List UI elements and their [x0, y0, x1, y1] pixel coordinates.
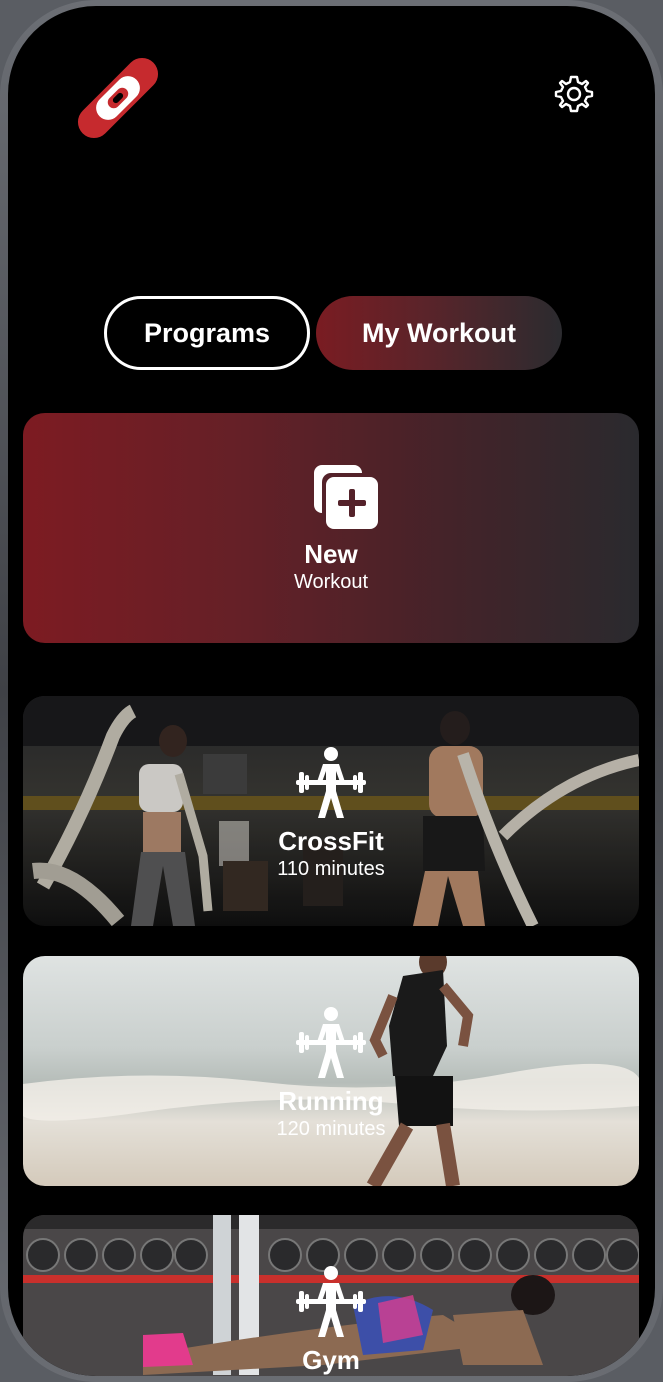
app-screen: Programs My Workout New Workout CrossFit… [8, 6, 655, 1376]
workout-card-running[interactable]: Running 120 minutes [23, 956, 639, 1186]
gym-text: Gym [23, 1345, 639, 1375]
workout-title: Gym [302, 1345, 360, 1375]
crossfit-text: CrossFit 110 minutes [23, 826, 639, 882]
workout-duration: 110 minutes [277, 858, 385, 880]
workout-title: Running [278, 1086, 384, 1116]
gear-icon[interactable] [554, 74, 594, 114]
tab-programs-label: Programs [143, 317, 271, 348]
tab-my-workout-label: My Workout [362, 317, 516, 348]
workout-card-crossfit[interactable]: CrossFit 110 minutes [23, 696, 639, 926]
running-text: Running 120 minutes [23, 1086, 639, 1142]
new-workout-text: New Workout [23, 539, 639, 595]
new-workout-card[interactable]: New Workout [23, 413, 639, 643]
workout-card-gym[interactable]: Gym [23, 1215, 639, 1376]
device-frame: Programs My Workout New Workout CrossFit… [0, 0, 663, 1382]
new-workout-subtitle: Workout [293, 571, 369, 593]
add-stack-icon [314, 465, 378, 529]
new-workout-title: New [304, 539, 358, 569]
tab-programs[interactable]: Programs [104, 296, 310, 370]
workout-title: CrossFit [278, 826, 384, 856]
weightlifter-icon [296, 1266, 366, 1337]
weightlifter-icon [296, 1007, 366, 1078]
brand-logo-icon [77, 57, 159, 139]
workout-duration: 120 minutes [276, 1118, 386, 1140]
tab-my-workout[interactable]: My Workout [316, 296, 562, 370]
weightlifter-icon [296, 747, 366, 818]
